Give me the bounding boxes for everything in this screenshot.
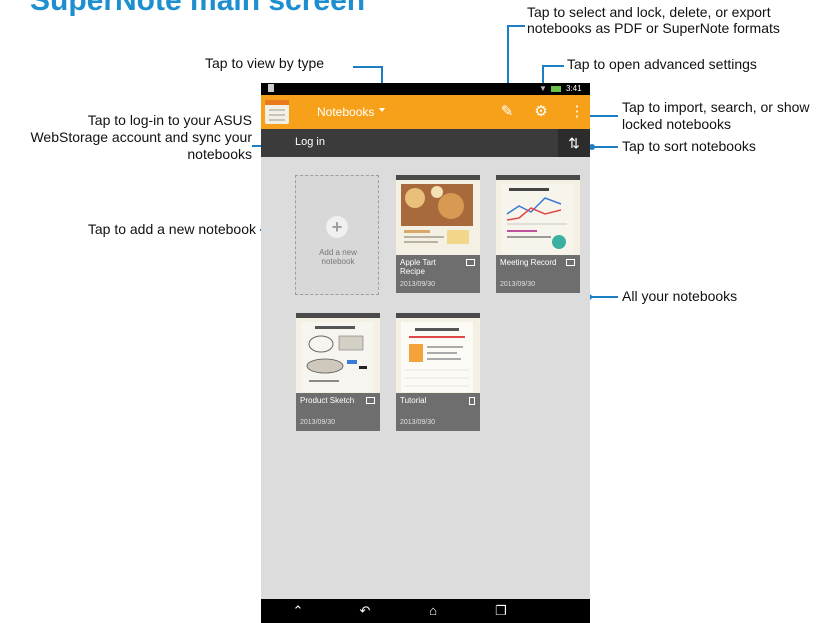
callout-select-lock: Tap to select and lock, delete, or expor… [527,4,780,36]
wifi-icon: ▼ [539,84,547,93]
page-title: SuperNote main screen [30,0,366,17]
notebook-name: Tutorial [400,396,427,405]
notebook-footer: Apple Tart Recipe 2013/09/30 [396,255,480,293]
notebook-card[interactable]: Product Sketch 2013/09/30 [296,313,380,431]
notification-icon [268,84,274,92]
back-icon[interactable]: ↶ [353,601,377,621]
app-icon[interactable] [265,100,289,124]
notebook-type-icon [466,259,475,266]
callout-advanced-settings: Tap to open advanced settings [567,56,757,72]
battery-icon [551,86,561,92]
notebook-name: Product Sketch [300,396,355,405]
status-time: 3:41 [566,84,582,93]
edit-icon[interactable]: ✎ [497,102,517,122]
recents-icon[interactable]: ❐ [489,601,513,621]
notebook-thumbnail [401,184,473,244]
leader-line [353,66,382,68]
device-screen: ▼ 3:41 Notebooks ✎ ⚙ ⋮ Log in ⇅ + Add a … [261,83,590,623]
notebook-type-icon [566,259,575,266]
sort-icon[interactable]: ⇅ [558,129,590,157]
notebook-date: 2013/09/30 [500,281,536,288]
notebook-card[interactable]: Meeting Record 2013/09/30 [496,175,580,293]
login-bar: Log in ⇅ [261,129,590,157]
add-notebook-label: Add a new notebook [319,248,357,266]
callout-import-search: Tap to import, search, or show locked no… [622,99,810,132]
notebook-name: Meeting Record [500,258,557,267]
plus-icon: + [326,216,348,238]
notebook-thumbnail [301,322,373,392]
recent-apps-up-icon[interactable]: ⌃ [286,601,310,621]
leader-line [589,296,618,298]
callout-login: Tap to log-in to your ASUS WebStorage ac… [30,112,252,162]
dropdown-caret-icon [379,108,385,112]
action-bar: Notebooks ✎ ⚙ ⋮ [261,95,590,129]
callout-all-notebooks: All your notebooks [622,288,738,304]
overflow-icon[interactable]: ⋮ [567,102,587,122]
callout-sort: Tap to sort notebooks [622,138,756,154]
callout-add-notebook: Tap to add a new notebook [87,221,256,237]
login-button[interactable]: Log in [295,136,325,148]
status-bar: ▼ 3:41 [261,83,590,95]
notebook-name: Apple Tart Recipe [400,258,436,276]
notebook-thumbnail [401,322,473,392]
notebook-date: 2013/09/30 [400,419,436,426]
notebook-date: 2013/09/30 [300,419,336,426]
home-icon[interactable]: ⌂ [421,601,445,621]
notebook-thumbnail [501,184,573,254]
notebook-card[interactable]: Apple Tart Recipe 2013/09/30 [396,175,480,293]
notebook-footer: Product Sketch 2013/09/30 [296,393,380,431]
notebook-type-icon [469,397,475,405]
navigation-bar: ⌃ ↶ ⌂ ❐ [261,599,590,623]
callout-view-by-type: Tap to view by type [205,55,325,71]
notebook-footer: Tutorial 2013/09/30 [396,393,480,431]
notebook-type-icon [366,397,375,404]
notebook-footer: Meeting Record 2013/09/30 [496,255,580,293]
view-by-type-dropdown[interactable]: Notebooks [317,105,374,119]
notebook-card[interactable]: Tutorial 2013/09/30 [396,313,480,431]
leader-line [592,146,618,148]
leader-line [507,25,525,27]
notebook-date: 2013/09/30 [400,281,436,288]
leader-line [542,65,564,67]
add-notebook-tile[interactable]: + Add a new notebook [295,175,379,295]
gear-icon[interactable]: ⚙ [531,102,551,122]
